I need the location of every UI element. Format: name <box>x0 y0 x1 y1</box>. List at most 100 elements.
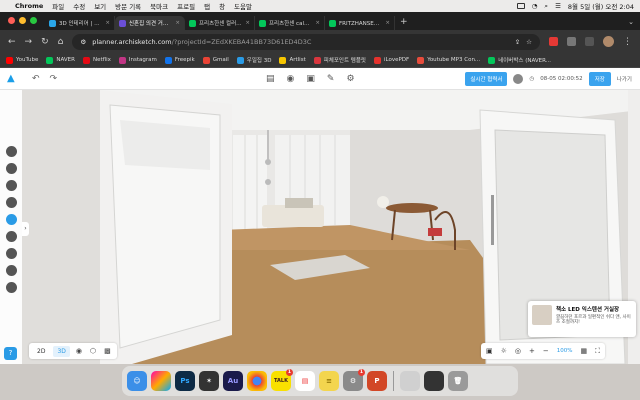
camera-mode-icon[interactable]: ▣ <box>486 347 493 355</box>
forward-arrow-icon[interactable]: → <box>25 37 33 47</box>
menu-item-tab[interactable]: 탭 <box>204 1 210 11</box>
wrench-icon[interactable]: ✎ <box>327 74 335 84</box>
browser-tab[interactable]: 프리츠한센 컬러베이 : 네이버 × <box>185 16 255 30</box>
zoom-in-icon[interactable]: + <box>529 347 535 355</box>
extensions-puzzle-icon[interactable] <box>567 37 576 46</box>
close-tab-icon[interactable]: × <box>105 20 110 26</box>
bookmark-naverbox[interactable]: 네이버박스 (NAVER... <box>488 56 551 64</box>
bookmark-ilovepdf[interactable]: iLovePDF <box>373 56 409 64</box>
cube-tool-icon[interactable] <box>5 180 17 191</box>
user-tool-icon[interactable] <box>5 146 17 157</box>
calendar-icon[interactable]: ▤ <box>295 371 315 391</box>
launchpad-icon[interactable] <box>151 371 171 391</box>
menu-app-name[interactable]: Chrome <box>15 2 43 10</box>
menu-item-edit[interactable]: 수정 <box>73 1 85 11</box>
document-icon[interactable]: ▤ <box>266 74 275 84</box>
screen-icon[interactable] <box>516 3 525 9</box>
menu-item-profiles[interactable]: 프로필 <box>177 1 195 11</box>
url-bar[interactable]: ⚙ planner.archisketch.com/?projectId=ZEd… <box>72 33 540 50</box>
menu-item-view[interactable]: 보기 <box>94 1 106 11</box>
photoshop-icon[interactable]: Ps <box>175 371 195 391</box>
close-tab-icon[interactable]: × <box>245 20 250 26</box>
grid-icon[interactable]: ▦ <box>581 347 588 355</box>
bookmark-star-icon[interactable]: ☆ <box>526 38 532 46</box>
clock[interactable]: 8월 5일 (월) 오전 2:04 <box>568 1 634 11</box>
zoom-out-icon[interactable]: − <box>543 347 549 355</box>
display-icon[interactable] <box>424 371 444 391</box>
material-tool-icon[interactable] <box>5 248 17 259</box>
menu-item-file[interactable]: 파일 <box>52 1 64 11</box>
trash-icon[interactable]: 🗑 <box>448 371 468 391</box>
product-recommendation-card[interactable]: 책소 LED 익스텐션 거실장 깔끔하던 포르과 일편적인 쉬다 앤, 사이즈 … <box>528 301 636 337</box>
mode-2d-button[interactable]: 2D <box>33 346 49 357</box>
back-arrow-icon[interactable]: ← <box>8 37 16 47</box>
menu-item-help[interactable]: 도움말 <box>234 1 252 11</box>
wifi-icon[interactable]: ◔ <box>532 2 538 10</box>
project-thumbnail[interactable] <box>513 73 524 84</box>
chrome-icon[interactable] <box>247 371 267 391</box>
control-center-icon[interactable]: ☰ <box>555 2 561 10</box>
eye-icon[interactable]: ◉ <box>74 347 84 355</box>
profile-avatar[interactable] <box>603 36 614 47</box>
save-button[interactable]: 저장 <box>588 71 611 86</box>
sun-icon[interactable]: ☼ <box>501 347 507 355</box>
new-tab-button[interactable]: + <box>395 17 413 30</box>
kakaotalk-icon[interactable]: TALK 1 <box>271 369 293 391</box>
menu-item-history[interactable]: 방문 기록 <box>115 1 141 11</box>
zoom-window-button[interactable] <box>30 17 37 24</box>
stack-tool-icon[interactable] <box>5 265 17 276</box>
menu-item-bookmarks[interactable]: 북마크 <box>150 1 168 11</box>
object-tool-icon[interactable] <box>5 282 17 293</box>
close-window-button[interactable] <box>8 17 15 24</box>
close-tab-icon[interactable]: × <box>315 20 320 26</box>
realtime-collab-button[interactable]: 실시간 협력서 <box>465 71 508 86</box>
focus-icon[interactable]: ◎ <box>515 347 521 355</box>
help-button[interactable]: ? <box>4 347 17 360</box>
search-icon[interactable]: ⌕ <box>544 2 548 11</box>
powerpoint-icon[interactable]: P <box>367 371 387 391</box>
camera-view-icon[interactable]: ▩ <box>102 347 113 355</box>
sidepanel-icon[interactable] <box>585 37 594 46</box>
layer-tool-icon[interactable] <box>5 231 17 242</box>
bookmark-planner[interactable]: 우일집 3D <box>236 56 271 64</box>
archisketch-logo-icon[interactable]: ▲ <box>7 73 27 84</box>
bookmark-netflix[interactable]: Netflix <box>82 56 111 64</box>
zoom-percent[interactable]: 100% <box>557 348 573 354</box>
audition-icon[interactable]: Au <box>223 371 243 391</box>
clock-tool-icon[interactable] <box>5 163 17 174</box>
browser-tab-active[interactable]: 신혼집 의견 거실 변형7 - Arc... × <box>115 16 185 30</box>
menu-item-window[interactable]: 창 <box>219 1 225 11</box>
redo-icon[interactable]: ↷ <box>50 74 58 84</box>
notes-icon[interactable]: ≡ <box>319 371 339 391</box>
furniture-tool-icon[interactable] <box>5 214 17 225</box>
undo-icon[interactable]: ↶ <box>32 74 40 84</box>
box-tool-icon[interactable] <box>5 197 17 208</box>
cube-view-icon[interactable]: ⬡ <box>88 347 98 355</box>
close-tab-icon[interactable]: × <box>175 20 180 26</box>
bookmark-template[interactable]: 피체포인트 템플릿 <box>313 56 366 64</box>
reload-icon[interactable]: ↻ <box>41 37 49 47</box>
browser-tab[interactable]: 3D 인테리어 | 라이프스타일 ... × <box>45 16 115 30</box>
settings-gear-icon[interactable]: ⚙ <box>346 74 354 84</box>
image-icon[interactable]: ▣ <box>306 74 315 84</box>
bookmark-naver[interactable]: NAVER <box>46 56 75 64</box>
bookmark-artlist[interactable]: Artlist <box>279 56 306 64</box>
exit-button[interactable]: 나가기 <box>617 75 632 83</box>
preview-icon[interactable] <box>400 371 420 391</box>
browser-tab[interactable]: 프리츠한센 calabash : 네이버 × <box>255 16 325 30</box>
bookmark-youtube[interactable]: YouTube <box>6 56 38 64</box>
close-tab-icon[interactable]: × <box>385 20 390 26</box>
browser-tab[interactable]: FRITZHANSEN 프리츠한센 × <box>325 16 395 30</box>
fullscreen-icon[interactable]: ⛶ <box>595 347 600 356</box>
site-info-icon[interactable]: ⚙ <box>80 38 86 46</box>
camera-icon[interactable]: ◉ <box>287 74 295 84</box>
finder-icon[interactable]: ☺ <box>127 371 147 391</box>
panel-collapse-chevron-icon[interactable]: › <box>22 222 29 236</box>
final-cut-icon[interactable]: ✶ <box>199 371 219 391</box>
bookmark-instagram[interactable]: Instagram <box>118 56 157 64</box>
browser-menu-icon[interactable]: ⋮ <box>623 37 632 47</box>
bookmark-gmail[interactable]: Gmail <box>202 56 229 64</box>
bookmark-freepik[interactable]: Freepik <box>164 56 195 64</box>
system-settings-icon[interactable]: ⚙ 1 <box>343 369 365 391</box>
minimize-window-button[interactable] <box>19 17 26 24</box>
